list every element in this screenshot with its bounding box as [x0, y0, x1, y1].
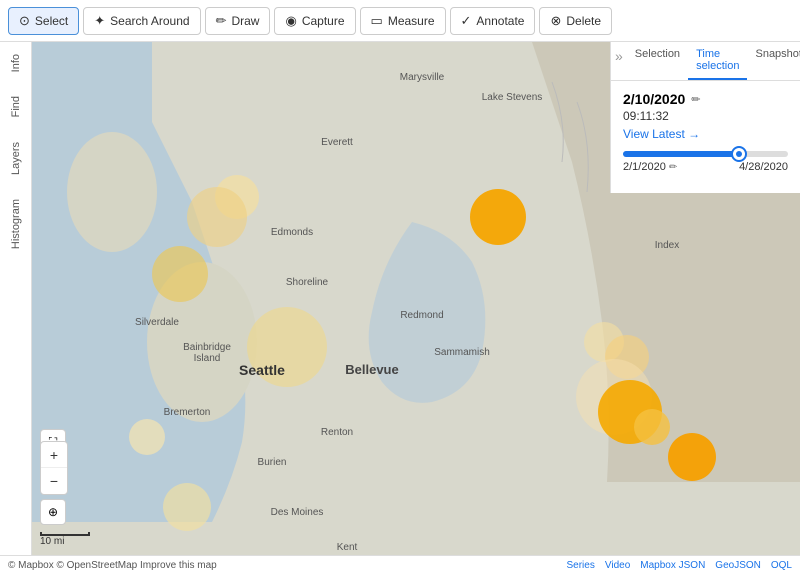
zoom-in-button[interactable]: +	[41, 442, 67, 468]
bottom-bar: © Mapbox © OpenStreetMap Improve this ma…	[0, 555, 800, 575]
search-around-tool-button[interactable]: ✦ Search Around	[83, 7, 200, 35]
timeline-fill	[623, 151, 739, 157]
capture-tool-button[interactable]: ◉ Capture	[274, 7, 355, 35]
tab-time-selection[interactable]: Time selection	[688, 42, 747, 80]
left-sidebar: Info Find Layers Histogram	[0, 42, 32, 555]
capture-icon: ◉	[285, 13, 296, 29]
search-around-tool-label: Search Around	[110, 14, 189, 28]
tab-snapshots[interactable]: Snapshots	[747, 42, 800, 80]
selected-time: 09:11:32	[623, 109, 788, 123]
selected-date: 2/10/2020	[623, 91, 685, 107]
delete-tool-label: Delete	[566, 14, 601, 28]
search-around-icon: ✦	[94, 13, 105, 29]
select-tool-label: Select	[35, 14, 68, 28]
sidebar-item-info[interactable]: Info	[10, 42, 22, 84]
panel-chevron-icon[interactable]: »	[611, 42, 627, 80]
thumb-inner	[736, 151, 742, 157]
map-bubble[interactable]	[634, 409, 670, 445]
sidebar-item-find[interactable]: Find	[10, 84, 22, 129]
select-tool-button[interactable]: ⊙ Select	[8, 7, 79, 35]
timeline-dates: 2/1/2020 ✏ 4/28/2020	[623, 161, 788, 173]
annotate-tool-label: Annotate	[476, 14, 524, 28]
map-bubble[interactable]	[470, 189, 526, 245]
zoom-in-icon: +	[50, 447, 58, 463]
zoom-out-button[interactable]: −	[41, 468, 67, 494]
draw-icon: ✏	[216, 13, 227, 29]
map-bubble[interactable]	[152, 246, 208, 302]
video-link[interactable]: Video	[605, 560, 630, 571]
zoom-out-icon: −	[50, 473, 58, 489]
map-bubble[interactable]	[129, 419, 165, 455]
location-icon: ⊕	[48, 505, 58, 519]
toolbar: ⊙ Select ✦ Search Around ✏ Draw ◉ Captur…	[0, 0, 800, 42]
panel-content: 2/10/2020 ✏ 09:11:32 View Latest → 2/1/2…	[611, 81, 800, 193]
view-latest-link[interactable]: View Latest →	[623, 127, 700, 141]
scale-bar: 10 mi	[40, 532, 90, 547]
series-link[interactable]: Series	[567, 560, 595, 571]
annotate-icon: ✓	[461, 13, 472, 29]
map-bubble[interactable]	[247, 307, 327, 387]
right-panel: » Selection Time selection Snapshots 2/1…	[610, 42, 800, 193]
sidebar-item-histogram[interactable]: Histogram	[10, 187, 22, 261]
measure-tool-button[interactable]: ▭ Measure	[360, 7, 446, 35]
draw-tool-label: Draw	[231, 14, 259, 28]
map-bubble[interactable]	[163, 483, 211, 531]
map-bubble[interactable]	[668, 433, 716, 481]
annotate-tool-button[interactable]: ✓ Annotate	[450, 7, 536, 35]
start-date-edit-icon[interactable]: ✏	[669, 162, 677, 173]
zoom-controls: + −	[40, 441, 68, 495]
attribution-text: © Mapbox © OpenStreetMap Improve this ma…	[8, 560, 217, 571]
scale-label: 10 mi	[40, 536, 64, 547]
end-date: 4/28/2020	[739, 161, 788, 173]
sidebar-item-layers[interactable]: Layers	[10, 130, 22, 187]
map-bubble[interactable]	[187, 187, 247, 247]
start-date: 2/1/2020	[623, 161, 666, 173]
timeline-container: 2/1/2020 ✏ 4/28/2020	[623, 151, 788, 173]
oql-link[interactable]: OQL	[771, 560, 792, 571]
capture-tool-label: Capture	[302, 14, 345, 28]
delete-tool-button[interactable]: ⊗ Delete	[539, 7, 612, 35]
bottom-right-links: Series Video Mapbox JSON GeoJSON OQL	[567, 560, 793, 571]
delete-icon: ⊗	[550, 13, 561, 29]
mapbox-json-link[interactable]: Mapbox JSON	[640, 560, 705, 571]
date-row: 2/10/2020 ✏	[623, 91, 788, 107]
geojson-link[interactable]: GeoJSON	[715, 560, 761, 571]
select-icon: ⊙	[19, 13, 30, 29]
location-button[interactable]: ⊕	[40, 499, 66, 525]
timeline-thumb[interactable]	[731, 146, 747, 162]
tab-selection[interactable]: Selection	[627, 42, 688, 80]
measure-icon: ▭	[371, 13, 383, 29]
measure-tool-label: Measure	[388, 14, 435, 28]
timeline-track[interactable]	[623, 151, 788, 157]
date-edit-icon[interactable]: ✏	[691, 93, 700, 106]
panel-tabs: » Selection Time selection Snapshots	[611, 42, 800, 81]
draw-tool-button[interactable]: ✏ Draw	[205, 7, 271, 35]
